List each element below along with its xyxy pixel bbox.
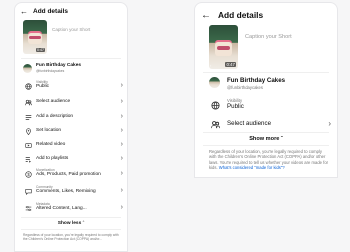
settings-icon bbox=[23, 203, 33, 213]
set-location-row[interactable]: Set location › bbox=[23, 125, 123, 137]
duration-badge: 0:47 bbox=[36, 48, 45, 52]
avatar bbox=[23, 64, 32, 73]
legal-notice: Regardless of your location, you're lega… bbox=[23, 233, 119, 242]
chevron-right-icon: › bbox=[120, 82, 123, 89]
community-icon bbox=[23, 186, 33, 196]
video-thumbnail[interactable]: 0:47 bbox=[23, 20, 47, 54]
group-icon bbox=[209, 118, 221, 130]
chevron-right-icon: › bbox=[120, 170, 123, 177]
left-phone-screen: ← Add details 0:47 Caption your Short Fu… bbox=[14, 2, 128, 252]
dollar-icon: $ bbox=[23, 169, 33, 179]
select-audience-row[interactable]: Select audience › bbox=[23, 96, 123, 108]
channel-name: Fun Birthday Cakes bbox=[227, 77, 286, 84]
visibility-row[interactable]: Visibility Public › bbox=[23, 79, 123, 93]
header: ← Add details bbox=[195, 9, 337, 23]
legal-notice: Regardless of your location, you're lega… bbox=[209, 149, 329, 171]
arrow-left-icon[interactable]: ← bbox=[201, 9, 211, 22]
divider bbox=[203, 132, 329, 133]
metadata-row[interactable]: Metadata Altered Content, Lang... › bbox=[23, 201, 123, 215]
add-description-row[interactable]: Add a description › bbox=[23, 111, 123, 123]
playlist-icon bbox=[23, 154, 33, 164]
avatar bbox=[209, 77, 220, 88]
caption-input[interactable]: Caption your Short bbox=[245, 34, 292, 40]
chevron-right-icon: › bbox=[120, 141, 123, 148]
caption-input[interactable]: Caption your Short bbox=[52, 27, 90, 32]
add-to-playlists-row[interactable]: Add to playlists › bbox=[23, 153, 123, 165]
channel-row: Fun Birthday Cakes @funbirthdaycakes bbox=[209, 75, 331, 91]
page-title: Add details bbox=[218, 10, 264, 20]
divider bbox=[21, 229, 121, 230]
chevron-right-icon: › bbox=[120, 187, 123, 194]
show-less-button[interactable]: Show less ˆ bbox=[15, 221, 127, 226]
chevron-right-icon: › bbox=[120, 113, 123, 120]
group-icon bbox=[23, 97, 33, 107]
divider bbox=[21, 58, 121, 59]
divider bbox=[21, 217, 121, 218]
header: ← Add details bbox=[15, 7, 127, 19]
community-row[interactable]: Community Comments, Likes, Remixing › bbox=[23, 184, 123, 198]
visibility-row[interactable]: Visibility Public bbox=[209, 96, 331, 112]
duration-badge: 0:47 bbox=[225, 62, 236, 67]
right-phone-screen: ← Add details › 0:47 Caption your Short … bbox=[194, 2, 338, 178]
monetization-row[interactable]: $ Monetization Ads, Products, Paid promo… bbox=[23, 167, 123, 181]
video-icon bbox=[23, 140, 33, 150]
chevron-right-icon: › bbox=[120, 98, 123, 105]
channel-handle: @funbirthdaycakes bbox=[227, 85, 263, 90]
text-icon bbox=[23, 112, 33, 122]
chevron-down-icon: ˇ bbox=[280, 136, 283, 142]
chevron-up-icon: ˆ bbox=[82, 221, 85, 226]
chevron-right-icon: › bbox=[120, 155, 123, 162]
channel-row: Fun Birthday Cakes @funbirthdaycakes bbox=[23, 63, 123, 75]
show-more-button[interactable]: Show more ˇ bbox=[195, 136, 337, 142]
arrow-left-icon[interactable]: ← bbox=[20, 7, 28, 17]
chevron-right-icon: › bbox=[328, 119, 331, 128]
divider bbox=[203, 145, 329, 146]
globe-icon bbox=[23, 81, 33, 91]
select-audience-row[interactable]: Select audience › bbox=[209, 117, 331, 131]
globe-icon bbox=[209, 99, 221, 111]
video-thumbnail[interactable]: › 0:47 bbox=[209, 25, 238, 69]
chevron-right-icon: › bbox=[210, 63, 212, 68]
chevron-right-icon: › bbox=[120, 127, 123, 134]
svg-text:$: $ bbox=[27, 172, 30, 177]
made-for-kids-link[interactable]: What's considered "made for kids"? bbox=[219, 165, 285, 170]
chevron-right-icon: › bbox=[120, 204, 123, 211]
location-icon bbox=[23, 126, 33, 136]
channel-handle: @funbirthdaycakes bbox=[36, 69, 65, 73]
divider bbox=[203, 72, 329, 73]
related-video-row[interactable]: Related video › bbox=[23, 139, 123, 151]
page-title: Add details bbox=[33, 8, 69, 15]
